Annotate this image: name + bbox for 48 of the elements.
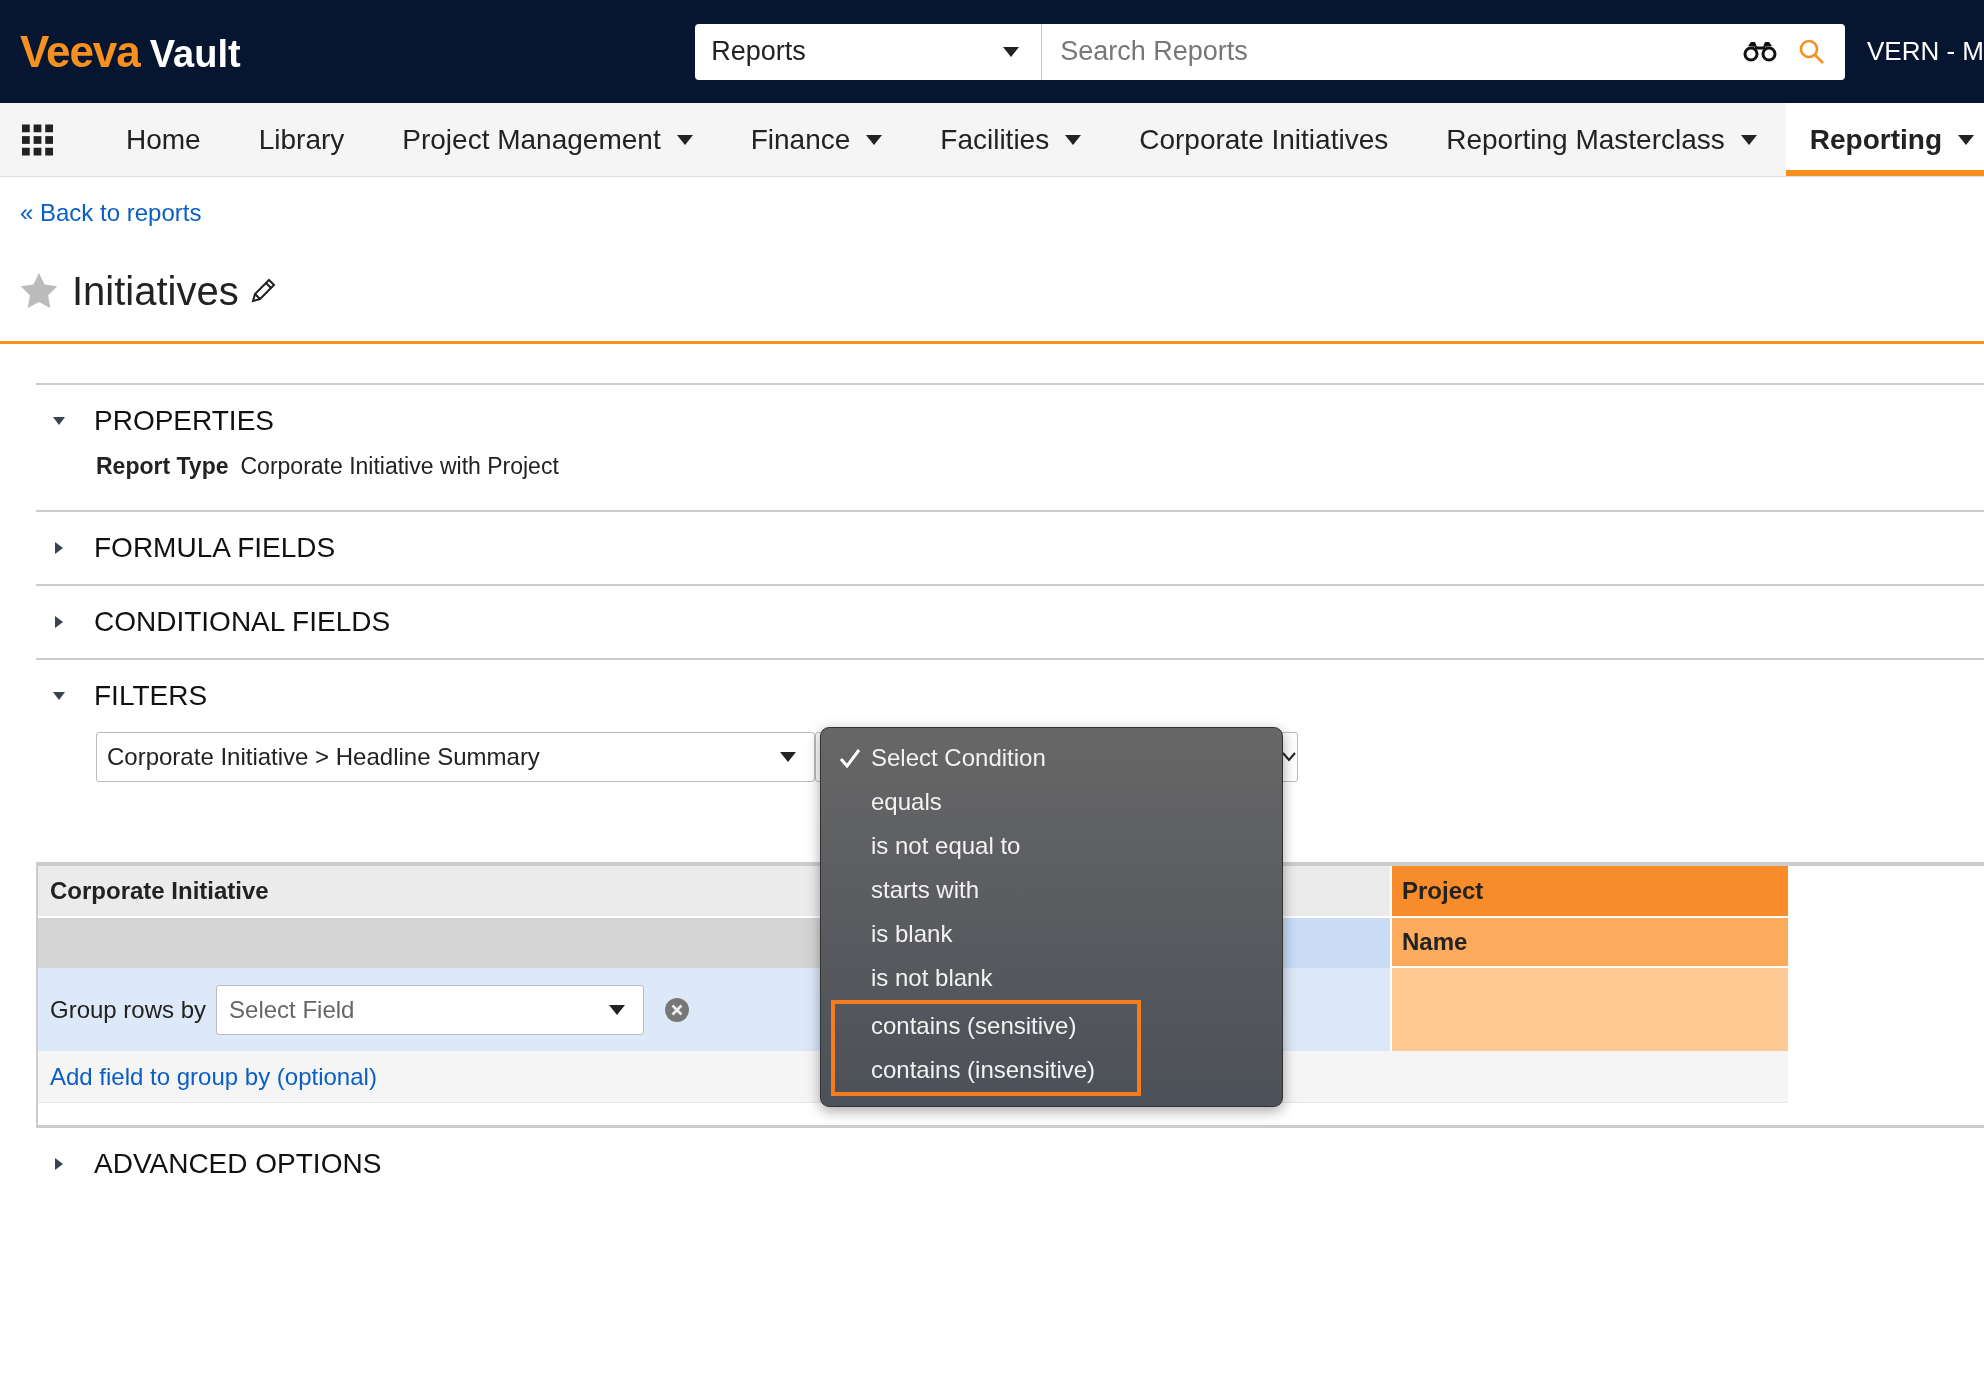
- section-title[interactable]: FILTERS: [94, 680, 208, 712]
- binoculars-icon[interactable]: [1743, 40, 1777, 63]
- column-group-header: Project: [1390, 866, 1788, 918]
- nav-tab[interactable]: Finance: [721, 103, 912, 176]
- nav-tab[interactable]: Library: [229, 103, 374, 176]
- nav-tab[interactable]: Reporting: [1785, 103, 1984, 176]
- property-label: Report Type: [96, 453, 229, 480]
- logo-brand-text: Veeva: [20, 26, 140, 77]
- nav-tab[interactable]: Facilities: [911, 103, 1111, 176]
- back-link[interactable]: « Back to reports: [20, 199, 202, 227]
- column-header: Name: [1390, 918, 1788, 968]
- section-title[interactable]: FORMULA FIELDS: [94, 532, 336, 564]
- section-title[interactable]: PROPERTIES: [94, 405, 274, 437]
- nav-tab[interactable]: Project Management: [373, 103, 722, 176]
- menu-item[interactable]: Select Condition: [821, 736, 1282, 780]
- chevron-icon: [1282, 752, 1296, 762]
- group-by-label: Group rows by: [50, 995, 207, 1024]
- caret-icon: [1740, 134, 1757, 145]
- check-icon: [839, 748, 861, 768]
- nav-tab[interactable]: Home: [97, 103, 230, 176]
- caret-icon: [1958, 134, 1974, 145]
- group-field-select[interactable]: Select Field: [216, 984, 645, 1035]
- caret-icon: [1065, 134, 1082, 145]
- scope-dropdown[interactable]: Reports: [695, 23, 1043, 80]
- star-icon[interactable]: [20, 273, 58, 309]
- nav-tab[interactable]: Reporting Masterclass: [1417, 103, 1786, 176]
- clear-icon[interactable]: [664, 996, 691, 1023]
- add-group-link[interactable]: Add field to group by (optional): [50, 1062, 377, 1091]
- menu-item[interactable]: starts with: [821, 868, 1282, 912]
- logo-product-text: Vault: [149, 32, 241, 76]
- menu-item[interactable]: is not blank: [821, 956, 1282, 1000]
- caret-icon: [866, 134, 883, 145]
- field-select[interactable]: Corporate Initiative > Headline Summary: [96, 732, 815, 782]
- caret-icon: [1003, 46, 1020, 57]
- caret-icon: [609, 1004, 626, 1015]
- section-title[interactable]: CONDITIONAL FIELDS: [94, 606, 391, 638]
- section-title[interactable]: ADVANCED OPTIONS: [94, 1148, 382, 1180]
- menu-item[interactable]: contains (insensitive): [835, 1048, 1137, 1092]
- menu-item[interactable]: equals: [821, 780, 1282, 824]
- page-title: Initiatives: [72, 268, 239, 314]
- search-field[interactable]: Search Reports: [1042, 23, 1845, 80]
- menu-item[interactable]: is not equal to: [821, 824, 1282, 868]
- caret-icon: [676, 134, 693, 145]
- property-value: Corporate Initiative with Project: [240, 453, 559, 480]
- user-name[interactable]: VERN - M: [1867, 36, 1984, 67]
- menu-item[interactable]: contains (sensitive): [835, 1004, 1137, 1048]
- caret-icon: [780, 752, 796, 762]
- nav-tab[interactable]: Corporate Initiatives: [1110, 103, 1418, 176]
